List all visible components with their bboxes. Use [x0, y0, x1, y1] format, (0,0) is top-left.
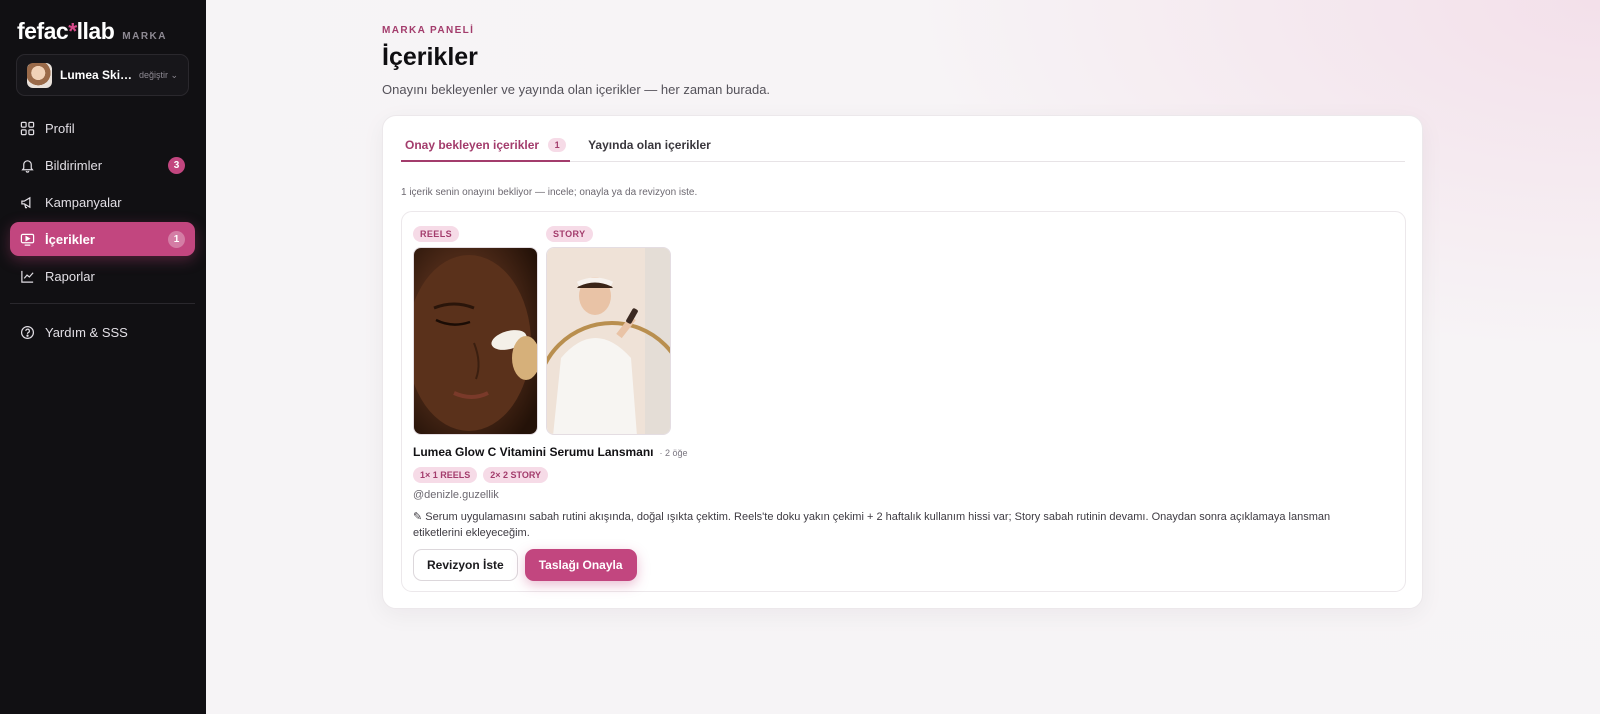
format-chips: 1× 1 REELS 2× 2 STORY — [413, 467, 549, 483]
content-badge: 1 — [168, 230, 185, 248]
chart-icon — [21, 270, 34, 283]
main-content: MARKA PANELİ İçerikler Onayını bekleyenl… — [206, 0, 1600, 714]
action-buttons: Revizyon İste Taslağı Onayla — [413, 549, 637, 581]
help-icon — [20, 325, 35, 339]
notification-badge: 3 — [168, 156, 185, 174]
sidebar-item-label: Raporlar — [45, 268, 95, 284]
brand-switcher[interactable]: Lumea Skin... değiştir ⌄ — [16, 54, 189, 96]
sidebar-item-kampanyalar[interactable]: Kampanyalar — [10, 185, 195, 219]
reels-image — [414, 248, 537, 434]
media-item-reels[interactable]: REELS — [413, 224, 538, 435]
sidebar-item-icerikler[interactable]: İçerikler 1 — [10, 222, 195, 256]
tab-label: Yayında olan içerikler — [588, 138, 711, 152]
tab-published[interactable]: Yayında olan içerikler — [584, 138, 715, 162]
bell-icon — [21, 159, 34, 173]
story-thumbnail[interactable] — [546, 247, 671, 435]
content-panel: Onay bekleyen içerikler 1 Yayında olan i… — [382, 115, 1423, 609]
approve-draft-button[interactable]: Taslağı Onayla — [524, 549, 637, 581]
sidebar-nav: Profil Bildirimler 3 Kampanyalar İçerikl… — [10, 111, 195, 352]
nav-divider — [10, 303, 195, 304]
sidebar: fefac*llab MARKA Lumea Skin... değiştir … — [0, 0, 206, 714]
media-item-story[interactable]: STORY — [546, 224, 671, 435]
logo-wordmark: fefac*llab — [17, 18, 115, 44]
creator-handle[interactable]: @denizle.guzellik — [413, 489, 499, 501]
grid-icon — [20, 121, 35, 135]
format-tag: REELS — [413, 226, 460, 242]
sidebar-item-raporlar[interactable]: Raporlar — [10, 259, 195, 293]
sidebar-item-label: Yardım & SSS — [45, 324, 128, 340]
sidebar-item-label: Kampanyalar — [45, 194, 122, 210]
item-count: · 2 öğe — [659, 448, 688, 458]
page-subtitle: Onayını bekleyenler ve yayında olan içer… — [382, 82, 771, 97]
pending-hint: 1 içerik senin onayını bekliyor — incele… — [401, 187, 698, 198]
campaign-heading: Lumea Glow C Vitamini Serumu Lansmanı · … — [413, 445, 688, 459]
sidebar-item-label: Profil — [45, 120, 75, 136]
format-chip: 1× 1 REELS — [413, 467, 478, 483]
campaign-title: Lumea Glow C Vitamini Serumu Lansmanı — [413, 445, 654, 459]
tab-label: Onay bekleyen içerikler — [405, 138, 540, 152]
brand-change-link[interactable]: değiştir ⌄ — [139, 70, 178, 81]
tab-count-badge: 1 — [548, 138, 567, 152]
request-revision-button[interactable]: Revizyon İste — [413, 549, 518, 581]
content-tabs: Onay bekleyen içerikler 1 Yayında olan i… — [401, 138, 1405, 162]
brand-name: Lumea Skin... — [60, 68, 136, 82]
tab-pending[interactable]: Onay bekleyen içerikler 1 — [401, 138, 571, 162]
play-screen-icon — [20, 233, 35, 246]
content-card: REELS STORY Lumea Glow C Vitamini Serumu… — [401, 211, 1406, 592]
sidebar-item-label: Bildirimler — [45, 157, 103, 173]
logo[interactable]: fefac*llab MARKA — [17, 18, 167, 45]
page-title: İçerikler — [382, 43, 478, 71]
page-eyebrow: MARKA PANELİ — [382, 25, 475, 36]
megaphone-icon — [21, 196, 31, 208]
brand-avatar — [27, 62, 52, 88]
sidebar-item-bildirimler[interactable]: Bildirimler 3 — [10, 148, 195, 182]
format-chip: 2× 2 STORY — [483, 467, 549, 483]
logo-tag: MARKA — [122, 31, 167, 42]
reels-thumbnail[interactable] — [413, 247, 538, 435]
sidebar-item-profil[interactable]: Profil — [10, 111, 195, 145]
sidebar-item-label: İçerikler — [45, 231, 95, 247]
story-image — [547, 248, 670, 434]
sidebar-item-yardim[interactable]: Yardım & SSS — [10, 315, 195, 349]
creator-note: ✎ Serum uygulamasını sabah rutini akışın… — [413, 511, 1331, 539]
format-tag: STORY — [546, 226, 593, 242]
